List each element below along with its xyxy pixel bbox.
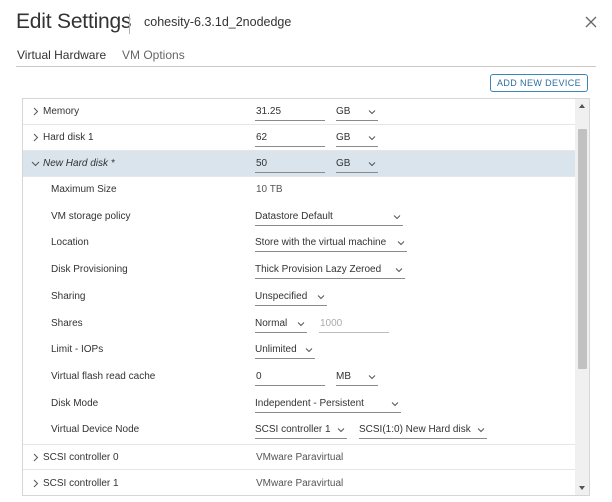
row-memory: Memory 31.25 GB [23, 99, 576, 125]
row-vm-storage-policy: VM storage policy Datastore Default [23, 204, 576, 230]
chevron-right-icon[interactable] [31, 453, 40, 462]
tabs-divider [16, 66, 596, 67]
hard-disk-1-unit-value: GB [336, 132, 351, 143]
chevron-down-icon [297, 322, 305, 327]
row-sharing: Sharing Unspecified [23, 284, 576, 310]
scsi-controller-value: SCSI controller 1 [255, 424, 331, 435]
chevron-down-icon [337, 428, 345, 433]
chevron-down-icon [477, 428, 485, 433]
vm-name: cohesity-6.3.1d_2nodedge [144, 15, 292, 29]
disk-provisioning-value: Thick Provision Lazy Zeroed [255, 264, 382, 275]
row-scsi-controller-1: SCSI controller 1 VMware Paravirtual [23, 471, 576, 495]
scsi-controller-1-label: SCSI controller 1 [43, 478, 119, 489]
hard-disk-1-unit-select[interactable]: GB [336, 129, 378, 147]
panel-scrollbar[interactable] [575, 99, 589, 495]
limit-iops-value: Unlimited [255, 344, 297, 355]
chevron-down-icon [397, 241, 405, 246]
sharing-select[interactable]: Unspecified [255, 288, 327, 306]
location-value: Store with the virtual machine [255, 237, 387, 248]
dialog-title: Edit Settings [16, 10, 132, 33]
virtual-device-node-label: Virtual Device Node [51, 424, 140, 435]
disk-mode-value: Independent - Persistent [255, 398, 364, 409]
chevron-down-icon [395, 268, 403, 273]
row-shares: Shares Normal 1000 [23, 311, 576, 337]
row-hard-disk-1: Hard disk 1 62 GB [23, 125, 576, 151]
chevron-down-icon [368, 136, 376, 141]
chevron-down-icon [393, 215, 401, 220]
row-virtual-flash-read-cache: Virtual flash read cache 0 MB [23, 364, 576, 390]
row-disk-provisioning: Disk Provisioning Thick Provision Lazy Z… [23, 257, 576, 283]
tab-vm-options[interactable]: VM Options [122, 48, 185, 62]
vm-storage-policy-value: Datastore Default [255, 211, 333, 222]
scsi-controller-0-value: VMware Paravirtual [256, 452, 344, 463]
row-virtual-device-node: Virtual Device Node SCSI controller 1 SC… [23, 417, 576, 443]
new-hard-disk-size-input[interactable]: 50 [255, 155, 325, 173]
flash-cache-unit-value: MB [336, 371, 351, 382]
chevron-down-icon [368, 375, 376, 380]
shares-level-select[interactable]: Normal [255, 315, 307, 333]
sharing-value: Unspecified [255, 291, 308, 302]
scsi-controller-select[interactable]: SCSI controller 1 [255, 421, 347, 439]
scsi-controller-1-value: VMware Paravirtual [256, 478, 344, 489]
limit-iops-label: Limit - IOPs [51, 344, 104, 355]
row-limit-iops: Limit - IOPs Unlimited [23, 337, 576, 363]
row-maximum-size: Maximum Size 10 TB [23, 177, 576, 203]
disk-mode-label: Disk Mode [51, 398, 99, 409]
row-location: Location Store with the virtual machine [23, 230, 576, 256]
memory-unit-select[interactable]: GB [336, 103, 378, 121]
scrollbar-thumb[interactable] [578, 129, 587, 369]
scroll-down-icon[interactable] [578, 485, 586, 491]
shares-level-value: Normal [255, 318, 288, 329]
virtual-flash-read-cache-label: Virtual flash read cache [51, 371, 156, 382]
location-label: Location [51, 237, 89, 248]
new-hard-disk-unit-value: GB [336, 158, 351, 169]
limit-iops-select[interactable]: Unlimited [255, 341, 315, 359]
sharing-label: Sharing [51, 291, 86, 302]
row-disk-mode: Disk Mode Independent - Persistent [23, 391, 576, 417]
vm-storage-policy-select[interactable]: Datastore Default [255, 208, 403, 226]
new-hard-disk-label: New Hard disk * [43, 158, 115, 169]
chevron-right-icon[interactable] [31, 107, 40, 116]
close-icon[interactable] [583, 14, 599, 30]
flash-cache-unit-select[interactable]: MB [336, 368, 378, 386]
device-node-value: SCSI(1:0) New Hard disk [359, 424, 471, 435]
row-scsi-controller-0: SCSI controller 0 VMware Paravirtual [23, 444, 576, 470]
location-select[interactable]: Store with the virtual machine [255, 234, 407, 252]
add-new-device-button[interactable]: ADD NEW DEVICE [490, 74, 588, 92]
chevron-down-icon [368, 110, 376, 115]
maximum-size-value: 10 TB [256, 184, 283, 195]
chevron-down-icon [305, 348, 313, 353]
chevron-down-icon [317, 295, 325, 300]
tab-virtual-hardware[interactable]: Virtual Hardware [17, 48, 106, 62]
hard-disk-1-size-input[interactable]: 62 [255, 129, 325, 147]
chevron-right-icon[interactable] [31, 133, 40, 142]
scsi-controller-0-label: SCSI controller 0 [43, 452, 119, 463]
chevron-right-icon[interactable] [31, 479, 40, 488]
chevron-down-icon [391, 402, 399, 407]
shares-label: Shares [51, 318, 83, 329]
device-node-select[interactable]: SCSI(1:0) New Hard disk [359, 421, 487, 439]
memory-unit-value: GB [336, 106, 351, 117]
chevron-down-icon[interactable] [31, 159, 40, 168]
new-hard-disk-unit-select[interactable]: GB [336, 155, 378, 173]
hard-disk-1-label: Hard disk 1 [43, 132, 94, 143]
hardware-settings-panel: Memory 31.25 GB Hard disk 1 62 GB New Ha… [22, 98, 590, 496]
disk-mode-select[interactable]: Independent - Persistent [255, 395, 401, 413]
disk-provisioning-label: Disk Provisioning [51, 264, 128, 275]
row-new-hard-disk: New Hard disk * 50 GB [23, 151, 576, 177]
chevron-down-icon [368, 162, 376, 167]
maximum-size-label: Maximum Size [51, 184, 117, 195]
memory-size-input[interactable]: 31.25 [255, 103, 325, 121]
scroll-up-icon[interactable] [578, 103, 586, 109]
flash-cache-input[interactable]: 0 [255, 368, 325, 386]
disk-provisioning-select[interactable]: Thick Provision Lazy Zeroed [255, 261, 405, 279]
vm-storage-policy-label: VM storage policy [51, 211, 131, 222]
memory-label: Memory [43, 106, 80, 117]
shares-number-input: 1000 [319, 315, 389, 333]
title-divider [129, 14, 130, 34]
